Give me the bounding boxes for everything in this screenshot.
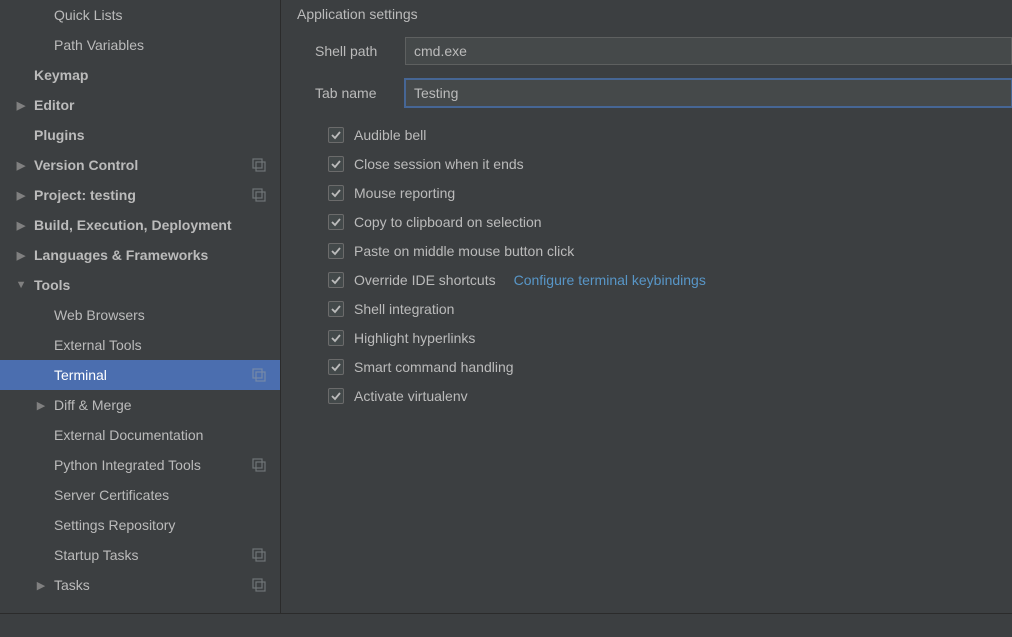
sidebar-item-path-variables[interactable]: Path Variables	[0, 30, 280, 60]
sidebar-item-label: Quick Lists	[54, 7, 280, 23]
sidebar-item-build-execution-deployment[interactable]: ▶ Build, Execution, Deployment	[0, 210, 280, 240]
checkbox[interactable]	[328, 301, 344, 317]
checkbox-label: Audible bell	[354, 127, 426, 143]
checkbox-list: Audible bell Close session when it ends Mo…	[281, 114, 1012, 410]
sidebar-item-label: Project: testing	[34, 187, 280, 203]
bottom-bar	[0, 613, 1012, 637]
sidebar-item-label: Plugins	[34, 127, 280, 143]
project-scope-icon	[252, 548, 266, 562]
project-scope-icon	[252, 158, 266, 172]
sidebar-item-tools[interactable]: ▼ Tools	[0, 270, 280, 300]
checkbox-row-override-ide-shortcuts: Override IDE shortcuts Configure terminal…	[328, 265, 1012, 294]
sidebar-item-label: External Tools	[54, 337, 280, 353]
label-shell-path: Shell path	[315, 43, 405, 59]
sidebar-item-label: Startup Tasks	[54, 547, 280, 563]
project-scope-icon	[252, 578, 266, 592]
sidebar-item-editor[interactable]: ▶ Editor	[0, 90, 280, 120]
settings-content: Application settings Shell path Tab name…	[281, 0, 1012, 613]
form-row-tab-name: Tab name	[281, 72, 1012, 114]
sidebar-item-label: Path Variables	[54, 37, 280, 53]
sidebar-item-label: Keymap	[34, 67, 280, 83]
checkbox-row-highlight-hyperlinks: Highlight hyperlinks	[328, 323, 1012, 352]
sidebar-item-label: Python Integrated Tools	[54, 457, 280, 473]
sidebar-item-label: Tools	[34, 277, 280, 293]
sidebar-item-plugins[interactable]: Plugins	[0, 120, 280, 150]
checkbox-row-mouse-reporting: Mouse reporting	[328, 178, 1012, 207]
form-row-shell-path: Shell path	[281, 30, 1012, 72]
chevron-right-icon: ▶	[16, 100, 26, 110]
checkbox[interactable]	[328, 214, 344, 230]
checkbox-row-smart-command-handling: Smart command handling	[328, 352, 1012, 381]
checkbox-row-audible-bell: Audible bell	[328, 120, 1012, 149]
sidebar-item-quick-lists[interactable]: Quick Lists	[0, 0, 280, 30]
sidebar-item-label: Version Control	[34, 157, 280, 173]
sidebar-item-diff-merge[interactable]: ▶ Diff & Merge	[0, 390, 280, 420]
checkbox[interactable]	[328, 156, 344, 172]
sidebar-item-label: Editor	[34, 97, 280, 113]
sidebar-item-label: Diff & Merge	[54, 397, 280, 413]
checkbox[interactable]	[328, 359, 344, 375]
sidebar-item-startup-tasks[interactable]: Startup Tasks	[0, 540, 280, 570]
sidebar-item-settings-repository[interactable]: Settings Repository	[0, 510, 280, 540]
sidebar-item-keymap[interactable]: Keymap	[0, 60, 280, 90]
sidebar-item-languages-frameworks[interactable]: ▶ Languages & Frameworks	[0, 240, 280, 270]
checkbox-label: Paste on middle mouse button click	[354, 243, 574, 259]
project-scope-icon	[252, 458, 266, 472]
checkbox-label: Mouse reporting	[354, 185, 455, 201]
checkbox[interactable]	[328, 127, 344, 143]
checkbox-label: Shell integration	[354, 301, 454, 317]
sidebar-item-project-testing[interactable]: ▶ Project: testing	[0, 180, 280, 210]
section-title-application-settings: Application settings	[281, 0, 1012, 30]
sidebar-item-label: Tasks	[54, 577, 280, 593]
project-scope-icon	[252, 368, 266, 382]
checkbox-row-shell-integration: Shell integration	[328, 294, 1012, 323]
sidebar-item-python-integrated-tools[interactable]: Python Integrated Tools	[0, 450, 280, 480]
sidebar-item-label: Web Browsers	[54, 307, 280, 323]
chevron-right-icon: ▶	[16, 220, 26, 230]
project-scope-icon	[252, 188, 266, 202]
chevron-right-icon: ▶	[16, 250, 26, 260]
sidebar-item-web-browsers[interactable]: Web Browsers	[0, 300, 280, 330]
chevron-right-icon: ▶	[16, 190, 26, 200]
checkbox-label: Highlight hyperlinks	[354, 330, 475, 346]
checkbox[interactable]	[328, 330, 344, 346]
configure-keybindings-link[interactable]: Configure terminal keybindings	[514, 272, 706, 288]
label-tab-name: Tab name	[315, 85, 405, 101]
sidebar-item-external-tools[interactable]: External Tools	[0, 330, 280, 360]
checkbox-row-activate-virtualenv: Activate virtualenv	[328, 381, 1012, 410]
sidebar-item-label: Terminal	[54, 367, 280, 383]
chevron-right-icon: ▶	[36, 400, 46, 410]
sidebar-item-label: Settings Repository	[54, 517, 280, 533]
chevron-right-icon: ▶	[36, 580, 46, 590]
checkbox-row-close-session-when-it-ends: Close session when it ends	[328, 149, 1012, 178]
checkbox-label: Override IDE shortcuts	[354, 272, 496, 288]
sidebar-item-label: External Documentation	[54, 427, 280, 443]
sidebar-item-external-documentation[interactable]: External Documentation	[0, 420, 280, 450]
checkbox-row-copy-to-clipboard-on-selection: Copy to clipboard on selection	[328, 207, 1012, 236]
sidebar-item-label: Languages & Frameworks	[34, 247, 280, 263]
checkbox[interactable]	[328, 388, 344, 404]
checkbox-label: Activate virtualenv	[354, 388, 468, 404]
settings-sidebar[interactable]: Quick Lists Path Variables Keymap ▶ Editor Pl…	[0, 0, 281, 613]
shell-path-input[interactable]	[405, 37, 1012, 65]
sidebar-item-label: Build, Execution, Deployment	[34, 217, 280, 233]
checkbox[interactable]	[328, 272, 344, 288]
chevron-right-icon: ▶	[16, 160, 26, 170]
sidebar-item-tasks[interactable]: ▶ Tasks	[0, 570, 280, 600]
sidebar-item-server-certificates[interactable]: Server Certificates	[0, 480, 280, 510]
sidebar-item-terminal[interactable]: Terminal	[0, 360, 280, 390]
checkbox[interactable]	[328, 185, 344, 201]
checkbox-label: Close session when it ends	[354, 156, 524, 172]
checkbox-label: Smart command handling	[354, 359, 514, 375]
sidebar-item-label: Server Certificates	[54, 487, 280, 503]
checkbox-row-paste-on-middle-mouse-button-click: Paste on middle mouse button click	[328, 236, 1012, 265]
chevron-down-icon: ▼	[16, 280, 26, 290]
checkbox[interactable]	[328, 243, 344, 259]
sidebar-item-version-control[interactable]: ▶ Version Control	[0, 150, 280, 180]
tab-name-input[interactable]	[405, 79, 1012, 107]
checkbox-label: Copy to clipboard on selection	[354, 214, 542, 230]
